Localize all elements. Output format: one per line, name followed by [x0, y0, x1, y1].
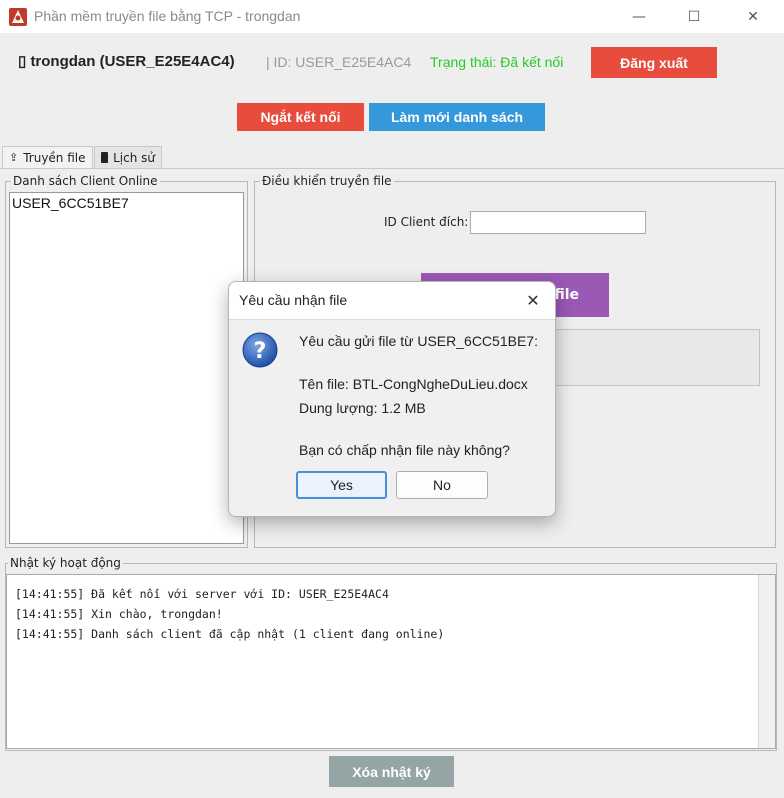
logout-button[interactable]: Đăng xuất	[591, 47, 717, 78]
dialog-close-button[interactable]: ✕	[519, 286, 547, 314]
list-item[interactable]: USER_6CC51BE7	[10, 193, 243, 213]
user-id-label: | ID: USER_E25E4AC4	[266, 54, 412, 70]
dialog-divider	[229, 319, 555, 320]
window-titlebar: Phần mềm truyền file bằng TCP - trongdan…	[0, 0, 784, 33]
user-display: ▯ trongdan (USER_E25E4AC4)	[18, 52, 235, 70]
tab-transfer[interactable]: ⇪ Truyền file	[2, 146, 93, 168]
log-line: [14:41:55] Đã kết nối với server với ID:…	[15, 587, 389, 601]
connection-status: Trạng thái: Đã kết nối	[430, 54, 564, 70]
tab-history-label: Lịch sử	[113, 150, 155, 165]
no-button[interactable]: No	[396, 471, 488, 499]
client-list[interactable]: USER_6CC51BE7	[9, 192, 244, 544]
minimize-button[interactable]: —	[610, 0, 668, 33]
target-id-label: ID Client đích:	[384, 215, 469, 229]
close-window-button[interactable]: ✕	[724, 0, 782, 33]
tab-divider	[0, 168, 784, 169]
dialog-question: Bạn có chấp nhận file này không?	[299, 442, 510, 458]
maximize-button[interactable]: ☐	[665, 0, 723, 33]
dialog-file-size: Dung lượng: 1.2 MB	[299, 400, 426, 416]
dialog-file-name: Tên file: BTL-CongNgheDuLieu.docx	[299, 376, 528, 392]
tab-history[interactable]: Lịch sử	[94, 146, 162, 168]
dialog-title: Yêu cầu nhận file	[239, 292, 348, 308]
dialog-message: Yêu cầu gửi file từ USER_6CC51BE7:	[299, 333, 538, 349]
yes-button[interactable]: Yes	[296, 471, 387, 499]
svg-text:?: ?	[254, 339, 267, 364]
log-scrollbar[interactable]	[758, 575, 775, 748]
activity-log[interactable]: [14:41:55] Đã kết nối với server với ID:…	[6, 574, 776, 749]
target-id-input[interactable]	[470, 211, 646, 234]
window-title: Phần mềm truyền file bằng TCP - trongdan	[34, 8, 301, 24]
user-icon: ▯	[18, 53, 27, 70]
refresh-list-button[interactable]: Làm mới danh sách	[369, 103, 545, 131]
question-icon: ?	[242, 332, 278, 368]
activity-log-title: Nhật ký hoạt động	[8, 556, 123, 570]
transfer-control-title: Điều khiển truyền file	[260, 174, 394, 188]
log-line: [14:41:55] Danh sách client đã cập nhật …	[15, 627, 445, 641]
user-name-label: trongdan (USER_E25E4AC4)	[30, 53, 235, 70]
java-app-icon	[9, 8, 27, 26]
upload-icon: ⇪	[9, 151, 19, 164]
receive-file-dialog: Yêu cầu nhận file ✕ ? Yêu cầu gửi file t…	[228, 281, 556, 517]
disconnect-button[interactable]: Ngắt kết nối	[237, 103, 364, 131]
clipboard-icon	[101, 152, 109, 163]
log-line: [14:41:55] Xin chào, trongdan!	[15, 607, 223, 621]
tab-transfer-label: Truyền file	[23, 150, 86, 165]
clear-log-button[interactable]: Xóa nhật ký	[329, 756, 454, 787]
client-list-title: Danh sách Client Online	[11, 174, 160, 188]
dialog-titlebar: Yêu cầu nhận file ✕	[229, 282, 555, 319]
